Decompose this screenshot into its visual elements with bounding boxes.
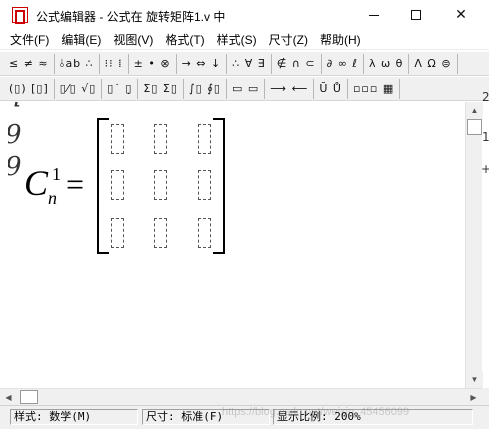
matrix-slot[interactable]: [111, 218, 124, 248]
equation-superscript: 1: [52, 164, 61, 184]
scroll-right-button[interactable]: ▶: [465, 389, 482, 405]
fraction-radical-palette[interactable]: ▯⁄▯ √▯: [55, 78, 103, 99]
maximize-icon: [411, 10, 421, 20]
menu-size[interactable]: 尺寸(Z): [269, 31, 308, 48]
equation-editor-app-icon: [12, 7, 28, 24]
left-arrow-icon: ◀: [5, 392, 12, 402]
greek-uppercase-palette[interactable]: Λ Ω ⊜: [409, 53, 458, 74]
close-icon: ✕: [455, 7, 467, 23]
vertical-scrollbar[interactable]: ▲ ▼: [465, 102, 483, 388]
scroll-left-button[interactable]: ◀: [0, 389, 17, 405]
status-style: 样式: 数学(M): [10, 409, 138, 425]
equals-sign: =: [66, 166, 85, 202]
up-arrow-icon: ▲: [470, 106, 479, 115]
matrix-right-bracket: [213, 118, 225, 254]
matrix-slot[interactable]: [198, 124, 211, 154]
equation-subscript: n: [48, 188, 57, 208]
window-title: 公式编辑器 - 公式在 旋转矩阵1.v 中: [36, 10, 226, 24]
right-arrow-icon: ▶: [470, 392, 477, 402]
clipped-char: 2: [482, 90, 489, 104]
matrix-slot[interactable]: [111, 170, 124, 200]
arrow-symbols-palette[interactable]: → ⇔ ↓: [177, 53, 228, 74]
fence-templates-palette[interactable]: (▯) [▯]: [9, 78, 55, 99]
menu-bar: 文件(F) 编辑(E) 视图(V) 格式(T) 样式(S) 尺寸(Z) 帮助(H…: [0, 30, 489, 50]
misc-symbols-palette[interactable]: ∂ ∞ ℓ: [322, 53, 364, 74]
close-button[interactable]: ✕: [438, 0, 484, 30]
clipped-char: 9: [8, 120, 22, 150]
vertical-scroll-thumb[interactable]: [467, 119, 482, 135]
set-theory-palette[interactable]: ∉ ∩ ⊂: [272, 53, 322, 74]
title-bar: 公式编辑器 - 公式在 旋转矩阵1.v 中 ✕: [0, 0, 489, 30]
operator-symbols-palette[interactable]: ± • ⊗: [129, 53, 177, 74]
summation-palette[interactable]: Σ▯ Σ▯: [138, 78, 184, 99]
matrix-palette[interactable]: ▫▫▫ ▦: [348, 78, 401, 99]
matrix-slot[interactable]: [154, 124, 167, 154]
menu-file[interactable]: 文件(F): [10, 31, 49, 48]
down-arrow-icon: ▼: [470, 375, 479, 384]
menu-style[interactable]: 样式(S): [217, 31, 257, 48]
scrollbar-corner: [482, 388, 489, 405]
logical-symbols-palette[interactable]: ∴ ∀ ∃: [227, 53, 272, 74]
labeled-arrow-palette[interactable]: ⟶ ⟵: [265, 78, 315, 99]
equation-editing-area[interactable]: q 9 9 C 1 n =: [8, 102, 465, 388]
menu-help[interactable]: 帮助(H): [320, 31, 361, 48]
maximize-button[interactable]: [393, 0, 439, 30]
symbol-palette-toolbar: ≤ ≠ ≈ ⫰ab ∴ ⁝⁝ ⁞ ± • ⊗ → ⇔ ↓ ∴ ∀ ∃ ∉ ∩ ⊂…: [0, 52, 489, 76]
embellishments-palette[interactable]: ⁝⁝ ⁞: [100, 53, 129, 74]
greek-lowercase-palette[interactable]: λ ω θ: [364, 53, 410, 74]
matrix-slot[interactable]: [154, 170, 167, 200]
menu-format[interactable]: 格式(T): [165, 31, 204, 48]
scroll-down-button[interactable]: ▼: [466, 371, 483, 388]
menu-edit[interactable]: 编辑(E): [61, 31, 101, 48]
clipped-char: 1: [482, 130, 489, 144]
matrix-slot[interactable]: [111, 124, 124, 154]
matrix-left-bracket: [97, 118, 109, 254]
subscript-superscript-palette[interactable]: ▯˙ ▯̣: [102, 78, 139, 99]
scroll-up-button[interactable]: ▲: [466, 102, 483, 119]
products-set-palette[interactable]: Ū Ů: [314, 78, 348, 99]
template-palette-toolbar: (▯) [▯] ▯⁄▯ √▯ ▯˙ ▯̣ Σ▯ Σ▯ ∫▯ ∮▯ ▭ ▭ ⟶ ⟵…: [0, 77, 489, 101]
minimize-button[interactable]: [351, 0, 397, 30]
equation-base: C: [24, 163, 49, 203]
clipped-char: 9: [8, 152, 22, 182]
matrix-slot[interactable]: [154, 218, 167, 248]
minimize-icon: [369, 14, 379, 16]
clipped-char: q: [8, 102, 22, 108]
menu-view[interactable]: 视图(V): [113, 31, 153, 48]
watermark: https://blog.csdn.net/weixin_45456099: [222, 406, 410, 418]
integral-palette[interactable]: ∫▯ ∮▯: [184, 78, 227, 99]
underbar-overbar-palette[interactable]: ▭ ▭: [227, 78, 266, 99]
matrix-slot[interactable]: [198, 218, 211, 248]
horizontal-scroll-thumb[interactable]: [20, 390, 38, 404]
matrix-slot[interactable]: [198, 170, 211, 200]
horizontal-scrollbar[interactable]: ◀ ▶: [0, 388, 482, 405]
relational-symbols-palette[interactable]: ≤ ≠ ≈: [9, 53, 55, 74]
spaces-ellipses-palette[interactable]: ⫰ab ∴: [55, 53, 100, 74]
clipped-char: +: [481, 162, 489, 176]
